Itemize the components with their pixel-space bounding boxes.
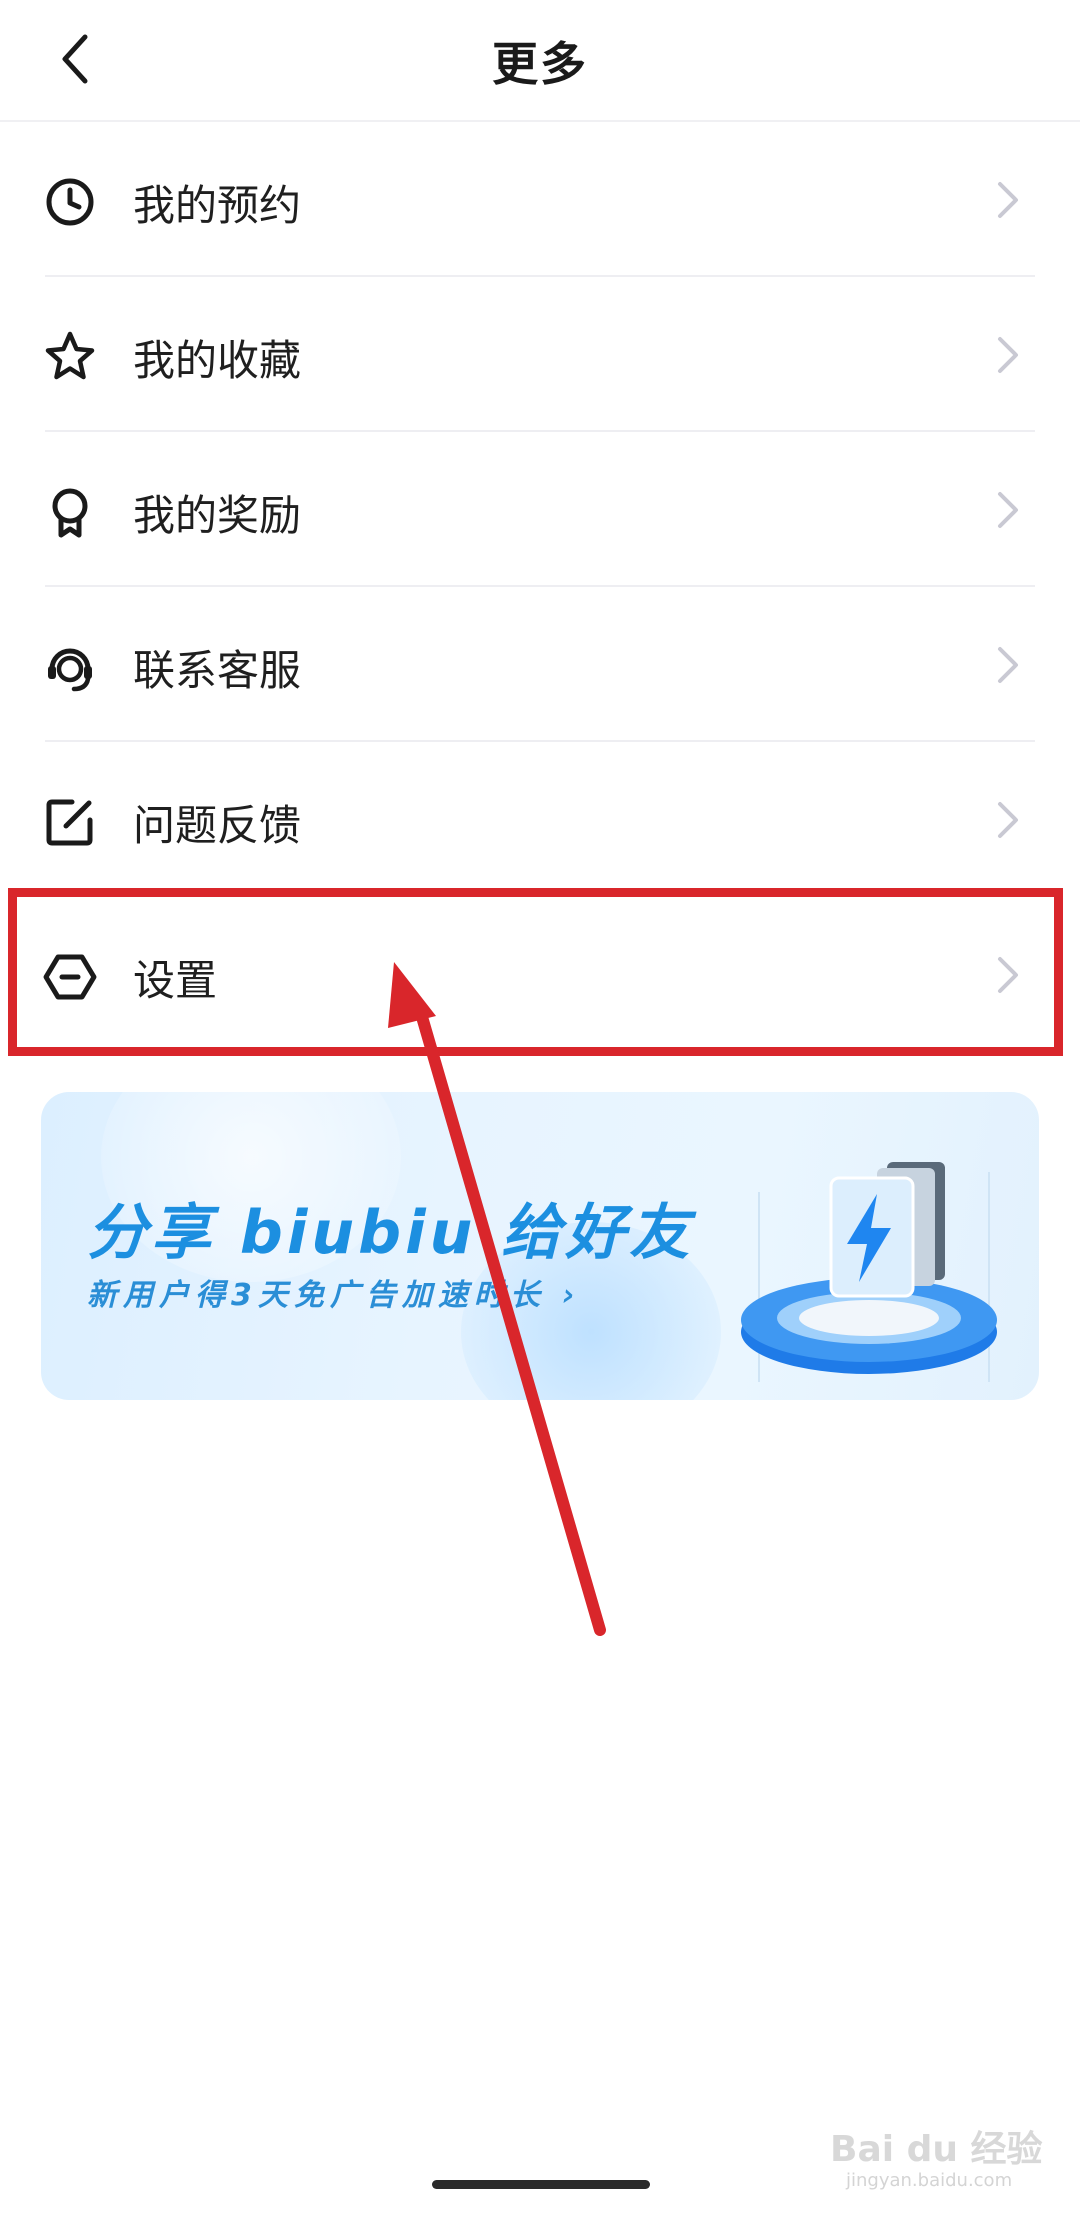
menu-item-favorites[interactable]: 我的收藏 (0, 277, 1080, 432)
menu-item-customer-service[interactable]: 联系客服 (0, 587, 1080, 742)
menu-item-feedback[interactable]: 问题反馈 (0, 742, 1080, 897)
clock-icon (46, 178, 94, 226)
star-icon (45, 331, 95, 380)
menu-item-label: 问题反馈 (133, 801, 302, 850)
menu-item-label: 我的奖励 (133, 491, 302, 540)
highlight-box (8, 888, 1063, 1056)
chevron-right-icon (998, 337, 1018, 373)
top-bar: 更多 (0, 0, 1080, 122)
chevron-right-icon (998, 182, 1018, 218)
edit-icon (46, 799, 93, 846)
menu-item-label: 我的收藏 (133, 336, 302, 385)
menu-item-label: 我的预约 (133, 181, 302, 230)
chevron-right-icon (998, 492, 1018, 528)
menu-item-label: 联系客服 (133, 646, 302, 695)
banner-title: 分享 biubiu 给好友 (87, 1198, 694, 1268)
page-title: 更多 (492, 37, 588, 91)
chevron-right-icon (998, 802, 1018, 838)
headset-icon (48, 648, 92, 692)
lightning-speed-icon (741, 1162, 997, 1382)
menu-item-reservations[interactable]: 我的预约 (0, 122, 1080, 277)
chevron-right-icon (998, 647, 1018, 683)
award-icon (52, 488, 88, 538)
menu-item-rewards[interactable]: 我的奖励 (0, 432, 1080, 587)
watermark: Bai du 经验 (830, 2129, 1043, 2170)
home-indicator[interactable] (432, 2180, 650, 2189)
watermark-url: jingyan.baidu.com (846, 2170, 1013, 2191)
banner-subtitle: 新用户得3天免广告加速时长 › (87, 1278, 581, 1313)
share-banner[interactable]: 分享 biubiu 给好友 新用户得3天免广告加速时长 › (41, 1092, 1039, 1400)
